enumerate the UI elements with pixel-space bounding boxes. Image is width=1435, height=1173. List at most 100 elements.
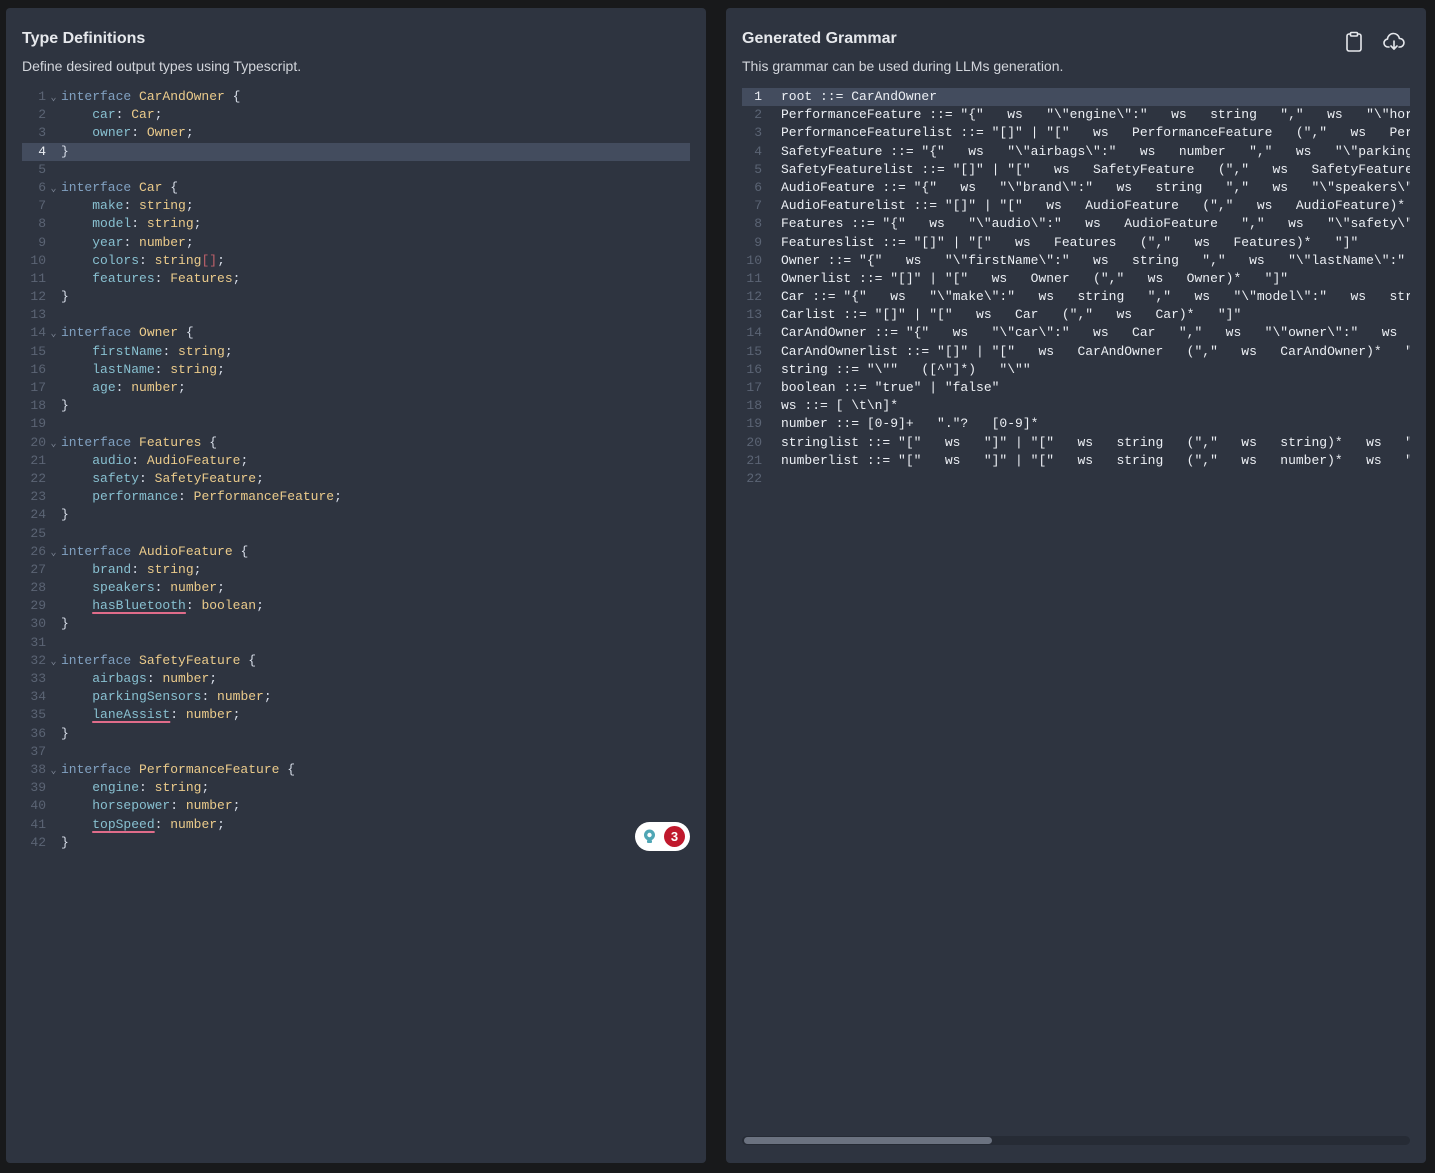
code-line[interactable]: 19 [22, 415, 690, 433]
code-line[interactable]: 8 model: string; [22, 215, 690, 233]
code-line[interactable]: 5 [22, 161, 690, 179]
code-line[interactable]: 40 horsepower: number; [22, 797, 690, 815]
code-line[interactable]: 31 [22, 634, 690, 652]
code-line[interactable]: 41 topSpeed: number; [22, 816, 690, 834]
code-line[interactable]: 15 firstName: string; [22, 343, 690, 361]
grammar-line[interactable]: 13 Carlist ::= "[]" | "[" ws Car ("," ws … [742, 306, 1410, 324]
code-line[interactable]: 35 laneAssist: number; [22, 706, 690, 724]
grammar-line[interactable]: 4 SafetyFeature ::= "{" ws "\"airbags\":"… [742, 143, 1410, 161]
copy-button[interactable] [1342, 30, 1366, 54]
code-line[interactable]: 23 performance: PerformanceFeature; [22, 488, 690, 506]
code-token: ; [185, 234, 194, 250]
code-line[interactable]: 20 ⌄ interface Features { [22, 434, 690, 452]
code-text: interface CarAndOwner { [61, 89, 240, 104]
line-number: 18 [746, 398, 762, 414]
code-line[interactable]: 36} [22, 725, 690, 743]
code-token: : [139, 252, 155, 268]
grammar-line[interactable]: 6 AudioFeature ::= "{" ws "\"brand\":" ws… [742, 179, 1410, 197]
grammar-line[interactable]: 17 boolean ::= "true" | "false" [742, 379, 1410, 397]
code-line[interactable]: 42} [22, 834, 690, 852]
grammar-line[interactable]: 3 PerformanceFeaturelist ::= "[]" | "[" w… [742, 124, 1410, 142]
horizontal-scrollbar[interactable] [742, 1136, 1410, 1145]
grammar-line[interactable]: 10 Owner ::= "{" ws "\"firstName\":" ws s… [742, 252, 1410, 270]
code-line[interactable]: 10 colors: string[]; [22, 252, 690, 270]
line-number: 14 [746, 325, 762, 341]
grammar-line[interactable]: 16 string ::= "\"" ([^"]*) "\"" [742, 361, 1410, 379]
grammar-rule-text: Owner ::= "{" ws "\"firstName\":" ws str… [781, 252, 1406, 268]
code-line[interactable]: 37 [22, 743, 690, 761]
code-token: firstName [92, 343, 163, 359]
code-text: features: Features; [61, 271, 240, 286]
code-line[interactable]: 26 ⌄ interface AudioFeature { [22, 543, 690, 561]
grammar-rule-text: Features ::= "{" ws "\"audio\":" ws Audi… [781, 216, 1410, 232]
code-line[interactable]: 7 make: string; [22, 197, 690, 215]
grammar-line[interactable]: 21 numberlist ::= "[" ws "]" | "[" ws str… [742, 452, 1410, 470]
code-line[interactable]: 14 ⌄ interface Owner { [22, 324, 690, 342]
code-line[interactable]: 33 airbags: number; [22, 670, 690, 688]
grammar-editor[interactable]: 1 root ::= CarAndOwner 2 PerformanceFeature… [742, 88, 1410, 1128]
code-line[interactable]: 21 audio: AudioFeature; [22, 452, 690, 470]
code-token: Owner [139, 325, 179, 341]
line-number: 3 [38, 125, 46, 141]
scrollbar-thumb[interactable] [744, 1137, 992, 1144]
code-line[interactable]: 38 ⌄ interface PerformanceFeature { [22, 761, 690, 779]
code-token: PerformanceFeature [193, 489, 335, 505]
typescript-editor[interactable]: 1 ⌄ interface CarAndOwner {2 car: Car; 3 ow… [22, 88, 690, 1128]
diagnostics-badge[interactable]: 3 [635, 822, 690, 851]
code-line[interactable]: 30} [22, 615, 690, 633]
line-number: 13 [30, 307, 46, 323]
code-line[interactable]: 4} [22, 142, 690, 161]
grammar-rule-text: string ::= "\"" ([^"]*) "\"" [781, 361, 1031, 377]
grammar-line[interactable]: 15 CarAndOwnerlist ::= "[]" | "[" ws CarA… [742, 343, 1410, 361]
code-token: ; [217, 252, 225, 268]
code-line[interactable]: 24} [22, 506, 690, 524]
code-token: string [146, 216, 194, 232]
code-line[interactable]: 18} [22, 397, 690, 415]
code-line[interactable]: 1 ⌄ interface CarAndOwner { [22, 88, 690, 106]
code-line[interactable]: 34 parkingSensors: number; [22, 688, 690, 706]
line-number: 20 [30, 434, 46, 450]
grammar-line[interactable]: 14 CarAndOwner ::= "{" ws "\"car\":" ws C… [742, 324, 1410, 342]
line-number: 16 [30, 361, 46, 377]
code-line[interactable]: 17 age: number; [22, 379, 690, 397]
code-line[interactable]: 2 car: Car; [22, 106, 690, 124]
code-line[interactable]: 9 year: number; [22, 234, 690, 252]
grammar-line[interactable]: 1 root ::= CarAndOwner [742, 88, 1410, 107]
code-line[interactable]: 11 features: Features; [22, 270, 690, 288]
code-line[interactable]: 3 owner: Owner; [22, 124, 690, 142]
code-line[interactable]: 39 engine: string; [22, 779, 690, 797]
grammar-line[interactable]: 8 Features ::= "{" ws "\"audio\":" ws Aud… [742, 215, 1410, 233]
code-line[interactable]: 27 brand: string; [22, 561, 690, 579]
code-line[interactable]: 28 speakers: number; [22, 579, 690, 597]
code-line[interactable]: 12} [22, 288, 690, 306]
code-line[interactable]: 16 lastName: string; [22, 361, 690, 379]
grammar-line[interactable]: 20 stringlist ::= "[" ws "]" | "[" ws str… [742, 434, 1410, 452]
generated-grammar-panel: Generated Grammar This grammar can be us… [726, 8, 1426, 1163]
grammar-line[interactable]: 7 AudioFeaturelist ::= "[]" | "[" ws Audi… [742, 197, 1410, 215]
grammar-line[interactable]: 18 ws ::= [ \t\n]* [742, 397, 1410, 415]
code-line[interactable]: 6 ⌄ interface Car { [22, 179, 690, 197]
line-number: 21 [746, 452, 762, 468]
grammar-line[interactable]: 19 number ::= [0-9]+ "."? [0-9]* [742, 415, 1410, 433]
code-token: ; [193, 561, 202, 577]
code-line[interactable]: 13 [22, 306, 690, 324]
code-line[interactable]: 32 ⌄ interface SafetyFeature { [22, 652, 690, 670]
code-token: : [154, 580, 171, 596]
grammar-line[interactable]: 5 SafetyFeaturelist ::= "[]" | "[" ws Saf… [742, 161, 1410, 179]
grammar-line[interactable]: 22 [742, 470, 1410, 488]
code-text: brand: string; [61, 562, 201, 577]
code-text: audio: AudioFeature; [61, 453, 248, 468]
code-line[interactable]: 22 safety: SafetyFeature; [22, 470, 690, 488]
code-line[interactable]: 29 hasBluetooth: boolean; [22, 597, 690, 615]
grammar-line[interactable]: 2 PerformanceFeature ::= "{" ws "\"engine… [742, 106, 1410, 124]
grammar-line[interactable]: 9 Featureslist ::= "[]" | "[" ws Features… [742, 234, 1410, 252]
code-text: safety: SafetyFeature; [61, 471, 264, 486]
download-button[interactable] [1382, 30, 1406, 54]
grammar-line[interactable]: 12 Car ::= "{" ws "\"make\":" ws string "… [742, 288, 1410, 306]
code-line[interactable]: 25 [22, 525, 690, 543]
grammar-rule-text: AudioFeaturelist ::= "[]" | "[" ws Audio… [781, 198, 1410, 214]
code-token: } [61, 725, 69, 741]
code-token: string [170, 361, 218, 377]
grammar-line[interactable]: 11 Ownerlist ::= "[]" | "[" ws Owner (","… [742, 270, 1410, 288]
